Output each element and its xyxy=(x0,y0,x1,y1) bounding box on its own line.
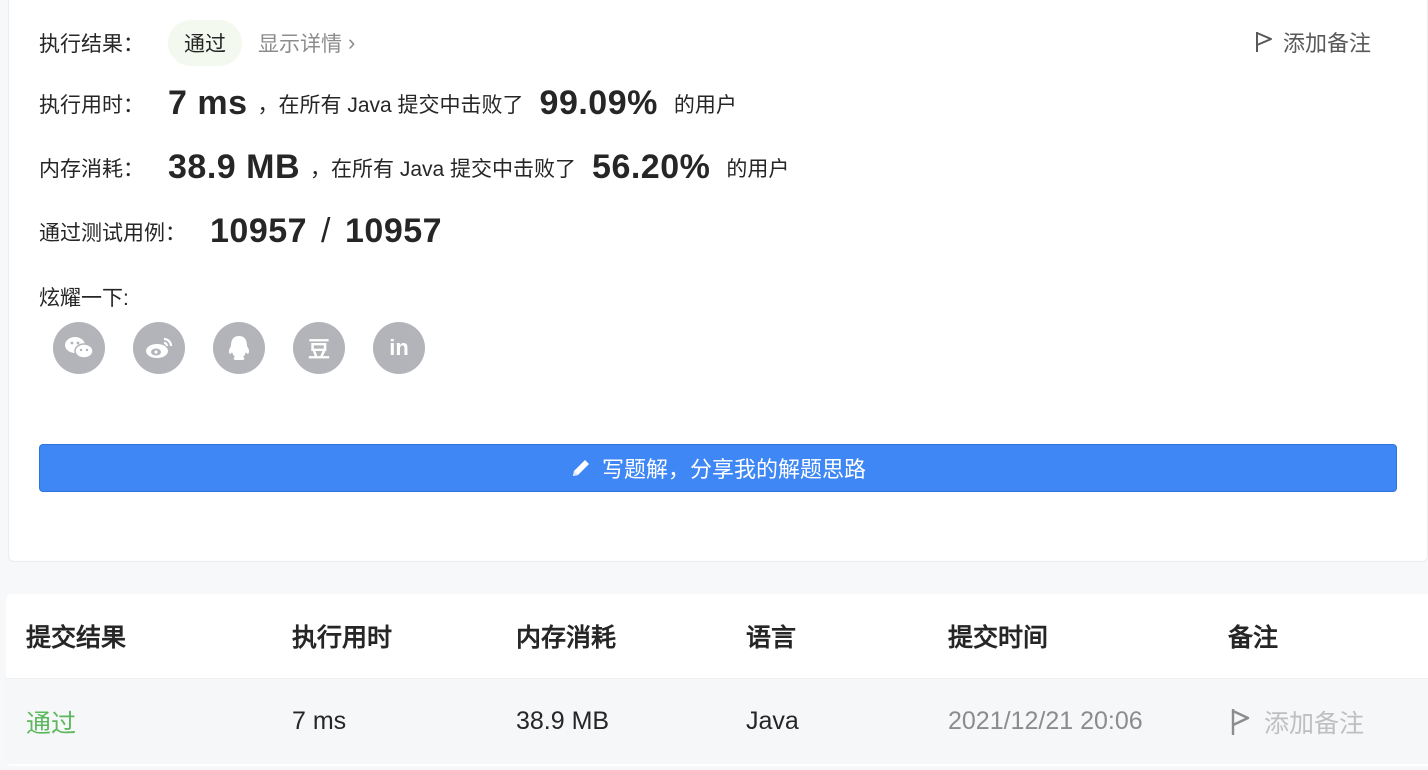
linkedin-glyph: in xyxy=(389,335,409,360)
header-note: 备注 xyxy=(1228,624,1279,652)
linkedin-icon[interactable]: in xyxy=(373,322,425,374)
memory-suffix: 的用户 xyxy=(726,157,790,181)
douban-icon[interactable]: 豆 xyxy=(293,322,345,374)
memory-row: 内存消耗： 38.9 MB ，在所有 Java 提交中击败了 56.20% 的用… xyxy=(39,148,789,187)
share-label-row: 炫耀一下: xyxy=(39,282,129,312)
tests-total: 10957 xyxy=(345,212,443,250)
row-time: 2021/12/21 20:06 xyxy=(948,707,1143,735)
share-buttons: 豆 in xyxy=(53,322,453,374)
tests-row: 通过测试用例： 10957 / 10957 xyxy=(39,212,442,251)
result-row: 执行结果： 通过 显示详情 › xyxy=(39,20,355,66)
row-runtime: 7 ms xyxy=(292,707,347,735)
tests-passed: 10957 xyxy=(210,212,308,250)
memory-text: ，在所有 Java 提交中击败了 xyxy=(310,157,577,181)
pencil-icon xyxy=(572,460,589,476)
header-memory: 内存消耗 xyxy=(516,624,617,652)
runtime-value: 7 ms xyxy=(168,84,248,122)
douban-glyph: 豆 xyxy=(307,337,330,362)
header-time: 提交时间 xyxy=(948,624,1049,652)
row-result-link[interactable]: 通过 xyxy=(26,704,76,740)
memory-label: 内存消耗： xyxy=(39,157,144,181)
row-add-note-label: 添加备注 xyxy=(1264,709,1365,738)
flag-icon xyxy=(1231,708,1250,735)
runtime-text: ，在所有 Java 提交中击败了 xyxy=(257,93,524,117)
memory-value: 38.9 MB xyxy=(168,148,300,186)
runtime-percent: 99.09% xyxy=(539,84,658,122)
add-note-button[interactable]: 添加备注 xyxy=(1253,26,1371,58)
row-add-note-button[interactable]: 添加备注 xyxy=(1228,704,1364,740)
chevron-right-icon: › xyxy=(348,30,356,55)
flag-icon xyxy=(1255,32,1272,52)
write-solution-button[interactable]: 写题解，分享我的解题思路 xyxy=(39,444,1397,492)
status-badge: 通过 xyxy=(168,20,242,66)
result-label: 执行结果： xyxy=(39,33,144,56)
tests-separator: / xyxy=(321,212,331,250)
table-header: 提交结果 执行用时 内存消耗 语言 提交时间 备注 xyxy=(6,594,1428,678)
submissions-table: 提交结果 执行用时 内存消耗 语言 提交时间 备注 通过 7 ms 38.9 M… xyxy=(6,594,1428,766)
runtime-row: 执行用时： 7 ms ，在所有 Java 提交中击败了 99.09% 的用户 xyxy=(39,84,737,123)
runtime-label: 执行用时： xyxy=(39,93,144,117)
show-details-link[interactable]: 显示详情 › xyxy=(258,28,355,58)
tests-label: 通过测试用例： xyxy=(39,221,186,245)
weibo-icon[interactable] xyxy=(133,322,185,374)
table-row[interactable]: 通过 7 ms 38.9 MB Java 2021/12/21 20:06 添加… xyxy=(6,678,1428,764)
write-solution-label: 写题解，分享我的解题思路 xyxy=(601,457,866,482)
header-language: 语言 xyxy=(746,624,797,652)
share-label: 炫耀一下: xyxy=(39,287,129,310)
runtime-suffix: 的用户 xyxy=(673,93,737,117)
memory-percent: 56.20% xyxy=(592,148,711,186)
row-language: Java xyxy=(746,707,799,735)
submission-result-card: 执行结果： 通过 显示详情 › 添加备注 执行用时： 7 ms ，在所有 Jav… xyxy=(8,0,1428,562)
wechat-icon[interactable] xyxy=(53,322,105,374)
row-memory: 38.9 MB xyxy=(516,707,610,735)
header-result: 提交结果 xyxy=(26,624,127,652)
header-runtime: 执行用时 xyxy=(292,624,393,652)
show-details-label: 显示详情 xyxy=(258,33,342,56)
add-note-label: 添加备注 xyxy=(1282,31,1371,56)
qq-icon[interactable] xyxy=(213,322,265,374)
